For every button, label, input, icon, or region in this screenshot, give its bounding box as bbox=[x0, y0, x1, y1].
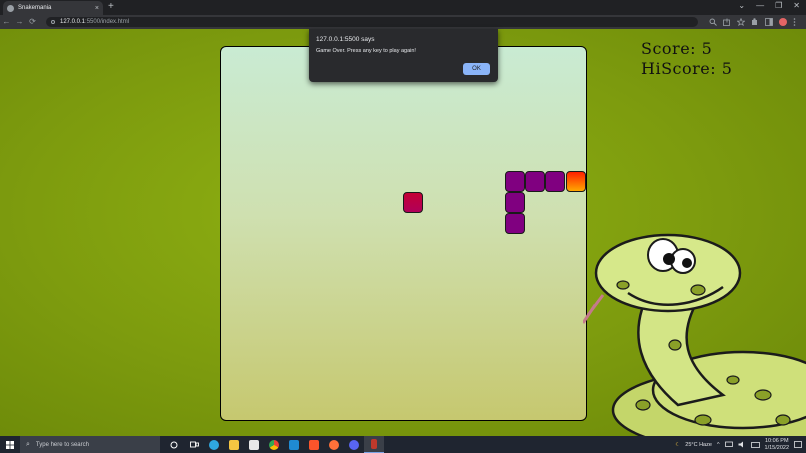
snake-head bbox=[566, 171, 586, 192]
url-path: :5500/index.html bbox=[85, 19, 130, 25]
tab-search-icon[interactable]: ⌄ bbox=[738, 0, 745, 13]
file-explorer-icon[interactable] bbox=[224, 436, 244, 453]
network-icon[interactable] bbox=[724, 441, 733, 448]
browser-toolbar: ← → ⟳ 127.0.0.1:5500/index.html bbox=[0, 15, 806, 29]
globe-icon bbox=[7, 4, 14, 12]
cortana-icon[interactable] bbox=[164, 436, 184, 453]
windows-logo-icon bbox=[6, 440, 14, 449]
score-text: Score: 5 bbox=[641, 39, 713, 58]
side-panel-icon[interactable] bbox=[765, 18, 773, 26]
system-tray: ☾ 25°C Haze ^ 10:06 PM 1/15/2022 bbox=[675, 436, 806, 453]
clock-date: 1/15/2022 bbox=[764, 444, 789, 451]
address-bar[interactable]: 127.0.0.1:5500/index.html bbox=[46, 17, 698, 27]
alert-message: Game Over. Press any key to play again! bbox=[316, 48, 416, 54]
game-board[interactable] bbox=[220, 46, 587, 421]
chevron-up-icon[interactable]: ^ bbox=[717, 442, 720, 448]
keyboard-icon[interactable] bbox=[750, 441, 760, 448]
tab-close-icon[interactable]: × bbox=[95, 5, 99, 12]
score-box: Score: 5 HiScore: 5 bbox=[641, 39, 732, 79]
back-button[interactable]: ← bbox=[0, 15, 13, 29]
cartoon-snake-image bbox=[583, 233, 806, 436]
search-icon: ⌕ bbox=[26, 440, 30, 448]
snake-game-app-icon[interactable] bbox=[364, 436, 384, 453]
tab-title: Snakemania bbox=[18, 5, 52, 11]
taskbar: ⌕ Type here to search ☾ 25°C Haze ^ 10:0… bbox=[0, 436, 806, 453]
tab-strip: Snakemania × + ⌄ — ❐ ✕ bbox=[0, 0, 806, 15]
forward-button[interactable]: → bbox=[13, 15, 26, 29]
search-placeholder: Type here to search bbox=[35, 441, 89, 448]
game-page: Score: 5 HiScore: 5 bbox=[0, 29, 806, 436]
notification-icon[interactable] bbox=[794, 440, 802, 449]
brave-icon[interactable] bbox=[304, 436, 324, 453]
tab-snakemania[interactable]: Snakemania × bbox=[3, 1, 103, 15]
alert-dialog: 127.0.0.1:5500 says Game Over. Press any… bbox=[309, 29, 498, 82]
edge-icon[interactable] bbox=[204, 436, 224, 453]
chrome-icon[interactable] bbox=[264, 436, 284, 453]
alert-origin: 127.0.0.1:5500 says bbox=[316, 36, 375, 43]
ok-button[interactable]: OK bbox=[463, 63, 490, 75]
profile-avatar[interactable] bbox=[779, 18, 787, 26]
taskbar-search[interactable]: ⌕ Type here to search bbox=[20, 436, 160, 453]
start-button[interactable] bbox=[0, 436, 20, 453]
volume-icon[interactable] bbox=[738, 441, 746, 448]
snake-body-segment bbox=[545, 171, 565, 192]
restore-button[interactable]: ❐ bbox=[775, 0, 782, 13]
weather-icon[interactable]: ☾ bbox=[675, 442, 680, 448]
toolbar-actions bbox=[709, 15, 796, 29]
share-icon[interactable] bbox=[723, 18, 731, 26]
food-block bbox=[403, 192, 423, 213]
snake-body-segment bbox=[505, 192, 525, 213]
clock-time: 10:06 PM bbox=[764, 437, 789, 444]
close-window-button[interactable]: ✕ bbox=[793, 0, 800, 13]
url-host: 127.0.0.1 bbox=[60, 19, 86, 25]
window-controls: ⌄ — ❐ ✕ bbox=[738, 0, 800, 13]
snake-body-segment bbox=[505, 171, 525, 192]
site-info-icon[interactable] bbox=[51, 20, 55, 24]
menu-kebab-icon[interactable] bbox=[793, 18, 796, 26]
discord-icon[interactable] bbox=[344, 436, 364, 453]
vscode-icon[interactable] bbox=[284, 436, 304, 453]
url-text: 127.0.0.1:5500/index.html bbox=[60, 19, 129, 25]
reload-button[interactable]: ⟳ bbox=[26, 15, 39, 29]
minimize-button[interactable]: — bbox=[756, 0, 764, 13]
task-view-icon[interactable] bbox=[184, 436, 204, 453]
snake-body-segment bbox=[525, 171, 545, 192]
extensions-icon[interactable] bbox=[751, 18, 759, 26]
zoom-icon[interactable] bbox=[709, 18, 717, 26]
bookmark-star-icon[interactable] bbox=[737, 18, 745, 26]
taskbar-apps bbox=[164, 436, 384, 453]
new-tab-button[interactable]: + bbox=[108, 1, 114, 13]
hiscore-text: HiScore: 5 bbox=[641, 59, 733, 78]
clock[interactable]: 10:06 PM 1/15/2022 bbox=[765, 438, 789, 452]
weather-text[interactable]: 25°C Haze bbox=[685, 442, 712, 448]
snake-body-segment bbox=[505, 213, 525, 234]
firefox-icon[interactable] bbox=[324, 436, 344, 453]
store-icon[interactable] bbox=[244, 436, 264, 453]
